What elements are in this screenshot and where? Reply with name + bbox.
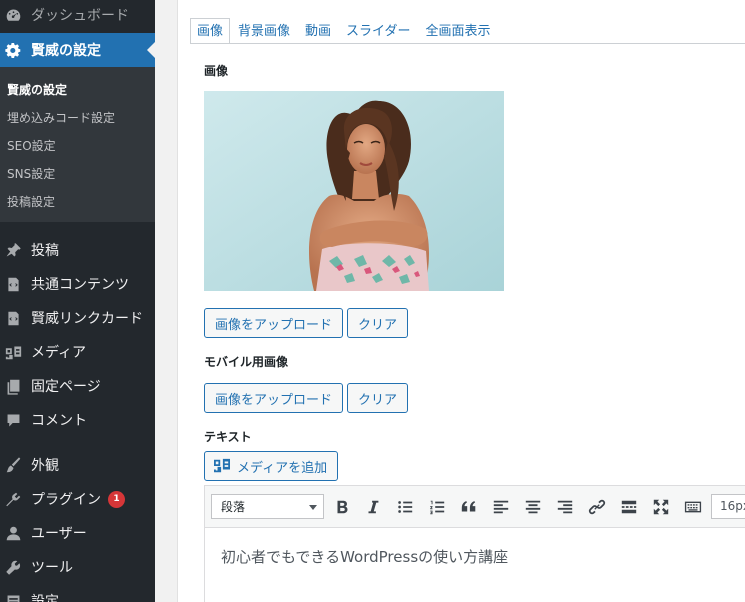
italic-button[interactable] — [361, 495, 385, 519]
add-media-label: メディアを追加 — [237, 460, 328, 476]
menu-users[interactable]: ユーザー — [0, 516, 155, 550]
menu-plugins-label: プラグイン — [31, 492, 101, 508]
numbered-list-icon — [430, 500, 445, 515]
menu-common-content[interactable]: 共通コンテンツ — [0, 267, 155, 301]
current-menu-arrow — [147, 42, 155, 58]
plugin-icon — [4, 490, 22, 508]
admin-sidebar: ダッシュボード 賢威の設定 賢威の設定 埋め込みコード設定 SEO設定 SNS設… — [0, 0, 155, 602]
toolbar-toggle-button[interactable] — [681, 495, 705, 519]
tab-image[interactable]: 画像 — [190, 18, 231, 44]
menu-comments-label: コメント — [31, 413, 87, 429]
format-select-value: 段落 — [221, 500, 246, 514]
font-size-select[interactable]: 16px — [711, 494, 745, 519]
menu-comments[interactable]: コメント — [0, 403, 155, 437]
tab-slider[interactable]: スライダー — [339, 18, 417, 44]
format-select[interactable]: 段落 — [211, 494, 324, 519]
menu-keni-settings-label: 賢威の設定 — [31, 43, 101, 59]
tab-bar: 画像 背景画像 動画 スライダー 全画面表示 — [190, 18, 499, 44]
settings-panel: 画像 背景画像 動画 スライダー 全画面表示 画像 画像をアップロード クリア … — [177, 0, 745, 602]
submenu-keni-settings[interactable]: 賢威の設定 — [7, 81, 67, 98]
bullet-list-icon — [398, 501, 413, 513]
media-icon — [4, 343, 22, 361]
bold-icon — [337, 500, 348, 514]
tab-video[interactable]: 動画 — [298, 18, 338, 44]
tab-fullscreen[interactable]: 全画面表示 — [419, 18, 498, 44]
code-icon — [4, 275, 22, 293]
menu-posts-label: 投稿 — [31, 243, 59, 259]
tab-background-image[interactable]: 背景画像 — [231, 18, 297, 44]
align-right-button[interactable] — [553, 495, 577, 519]
bullet-list-button[interactable] — [393, 495, 417, 519]
numbered-list-button[interactable] — [425, 495, 449, 519]
menu-pages[interactable]: 固定ページ — [0, 369, 155, 403]
menu-link-card[interactable]: 賢威リンクカード — [0, 301, 155, 335]
user-icon — [4, 524, 22, 542]
menu-posts[interactable]: 投稿 — [0, 233, 155, 267]
code-icon — [4, 309, 22, 327]
keyboard-icon — [684, 501, 702, 513]
align-center-button[interactable] — [521, 495, 545, 519]
add-media-button[interactable]: メディアを追加 — [204, 451, 339, 481]
insert-link-button[interactable] — [585, 495, 609, 519]
plugin-update-badge: 1 — [108, 490, 125, 508]
chevron-down-icon — [309, 505, 317, 510]
menu-settings[interactable]: 設定 — [0, 584, 155, 602]
menu-appearance-label: 外観 — [31, 458, 59, 474]
settings-icon — [4, 592, 22, 602]
image-preview — [204, 91, 504, 291]
quote-icon — [461, 501, 476, 512]
submenu-sns[interactable]: SNS設定 — [7, 165, 55, 182]
clear-image-button[interactable]: クリア — [347, 308, 409, 338]
submenu-seo[interactable]: SEO設定 — [7, 137, 56, 154]
tab-divider — [190, 43, 745, 44]
clear-mobile-image-button[interactable]: クリア — [347, 383, 409, 413]
menu-media[interactable]: メディア — [0, 335, 155, 369]
editor-text: 初心者でもできるWordPressの使い方講座 — [221, 548, 509, 566]
read-more-icon — [621, 500, 637, 514]
add-media-icon — [214, 458, 230, 473]
mobile-image-label: モバイル用画像 — [204, 355, 289, 369]
editor-content-area[interactable]: 初心者でもできるWordPressの使い方講座 — [204, 527, 745, 602]
wrench-icon — [4, 558, 22, 576]
gear-icon — [4, 41, 22, 59]
menu-dashboard[interactable]: ダッシュボード — [0, 0, 155, 30]
menu-tools[interactable]: ツール — [0, 550, 155, 584]
menu-tools-label: ツール — [31, 560, 73, 576]
italic-icon — [368, 500, 379, 514]
pages-icon — [4, 377, 22, 395]
editor-toolbar: 段落 16p — [204, 485, 745, 527]
menu-plugins[interactable]: プラグイン 1 — [0, 482, 155, 516]
bold-button[interactable] — [330, 495, 354, 519]
keni-submenu: 賢威の設定 埋め込みコード設定 SEO設定 SNS設定 投稿設定 — [0, 67, 155, 222]
align-left-icon — [493, 500, 509, 514]
menu-dashboard-label: ダッシュボード — [31, 8, 129, 24]
upload-mobile-image-button[interactable]: 画像をアップロード — [204, 383, 344, 413]
submenu-embed-code[interactable]: 埋め込みコード設定 — [7, 109, 115, 126]
menu-appearance[interactable]: 外観 — [0, 448, 155, 482]
menu-keni-settings[interactable]: 賢威の設定 — [0, 33, 155, 67]
menu-pages-label: 固定ページ — [31, 379, 101, 395]
menu-users-label: ユーザー — [31, 526, 87, 542]
read-more-button[interactable] — [617, 495, 641, 519]
link-icon — [588, 499, 606, 515]
align-center-icon — [525, 500, 541, 514]
menu-media-label: メディア — [31, 345, 87, 361]
text-section-label: テキスト — [204, 430, 252, 444]
dashboard-icon — [4, 6, 22, 24]
fullscreen-icon — [653, 499, 669, 515]
brush-icon — [4, 456, 22, 474]
image-section-label: 画像 — [204, 64, 229, 78]
align-right-icon — [557, 500, 573, 514]
upload-image-button[interactable]: 画像をアップロード — [204, 308, 344, 338]
menu-common-content-label: 共通コンテンツ — [31, 277, 129, 293]
pin-icon — [4, 241, 22, 259]
fullscreen-button[interactable] — [649, 495, 673, 519]
blockquote-button[interactable] — [457, 495, 481, 519]
menu-settings-label: 設定 — [31, 594, 59, 602]
align-left-button[interactable] — [489, 495, 513, 519]
menu-link-card-label: 賢威リンクカード — [31, 311, 143, 327]
comment-icon — [4, 411, 22, 429]
submenu-post-settings[interactable]: 投稿設定 — [7, 193, 55, 210]
